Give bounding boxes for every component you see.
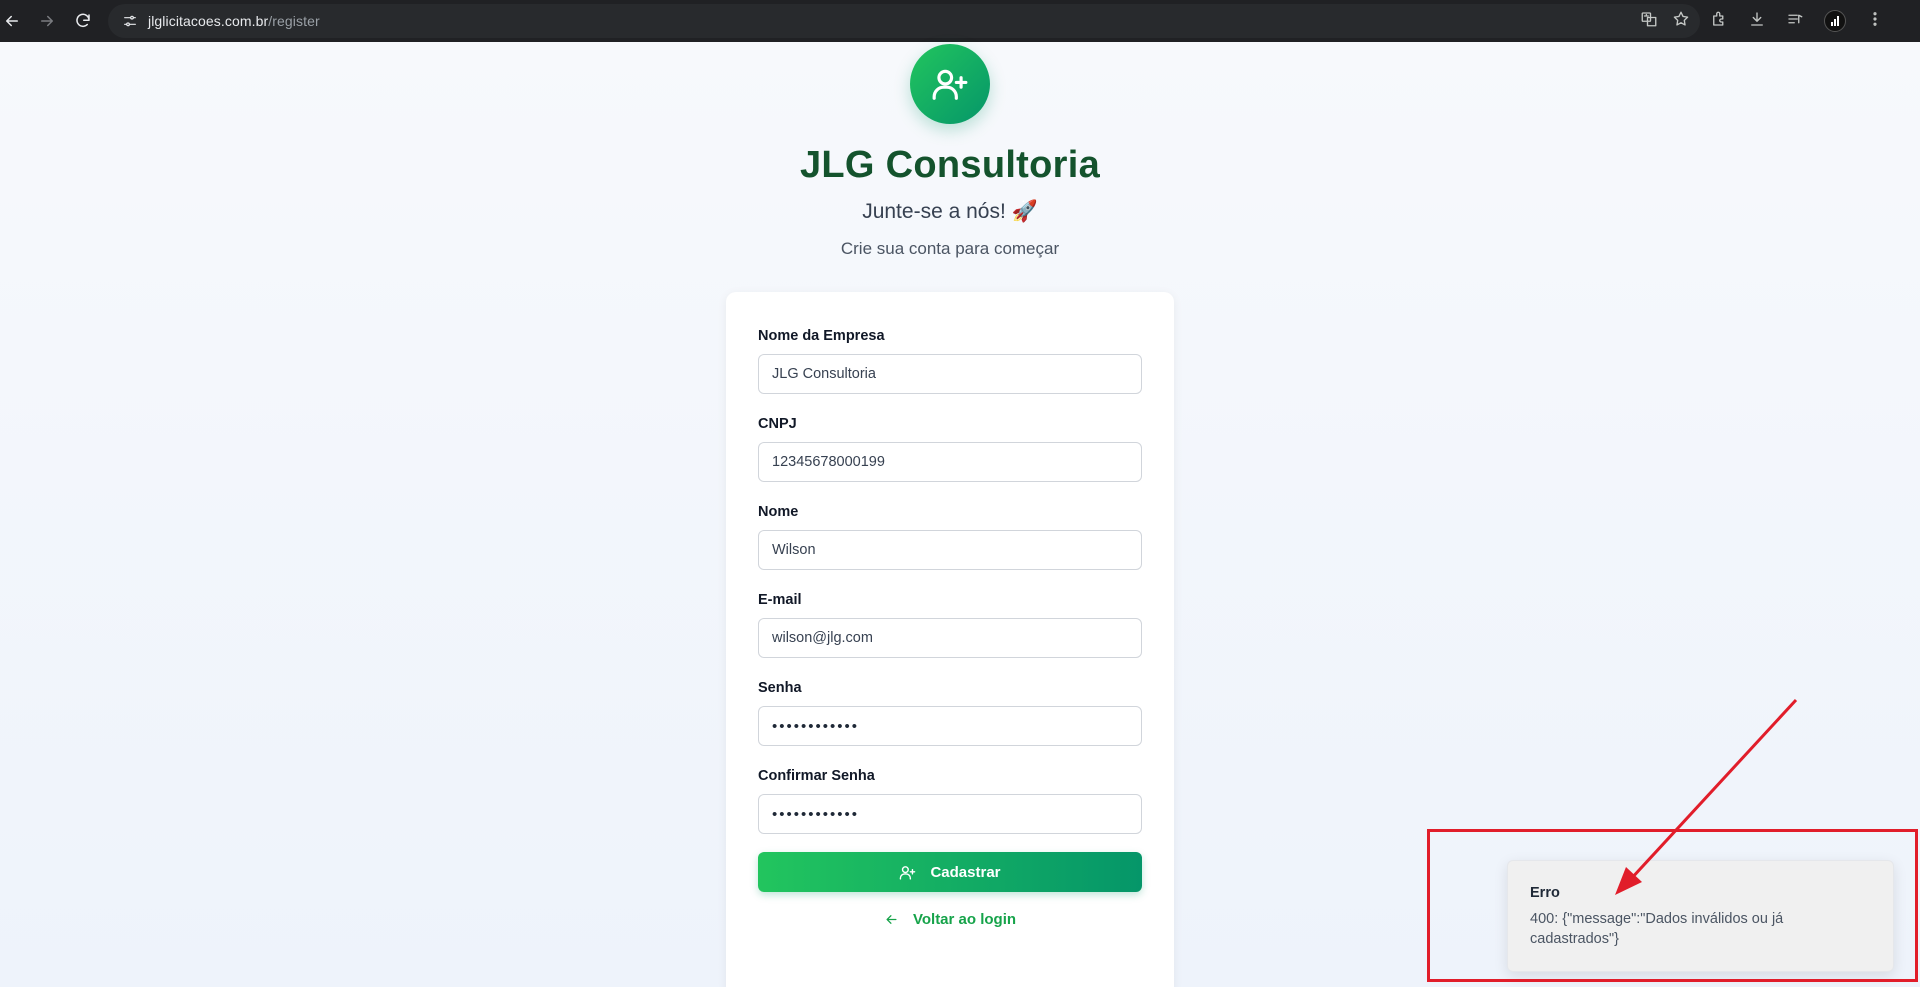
- register-button[interactable]: Cadastrar: [758, 852, 1142, 892]
- media-queue-icon[interactable]: [1786, 10, 1804, 33]
- extensions-icon[interactable]: [1710, 10, 1728, 33]
- register-form: Nome da Empresa JLG Consultoria CNPJ 123…: [726, 292, 1174, 987]
- cnpj-label: CNPJ: [758, 416, 797, 432]
- confirm-password-label: Confirmar Senha: [758, 768, 875, 784]
- back-to-login-label: Voltar ao login: [912, 910, 1017, 928]
- register-button-label: Cadastrar: [930, 863, 1001, 881]
- confirm-password-input[interactable]: ••••••••••••: [758, 794, 1142, 834]
- back-arrow-icon[interactable]: [0, 3, 30, 39]
- browser-toolbar: jlglicitacoes.com.br/register: [0, 0, 1920, 42]
- address-bar[interactable]: jlglicitacoes.com.br/register: [108, 4, 1700, 38]
- url-text[interactable]: jlglicitacoes.com.br/register: [148, 13, 320, 29]
- arrow-left-icon: [886, 914, 897, 924]
- download-icon[interactable]: [1748, 10, 1766, 33]
- email-input[interactable]: wilson@jlg.com: [758, 618, 1142, 658]
- page-caption: Crie sua conta para começar: [840, 239, 1060, 258]
- more-menu-icon[interactable]: [1866, 10, 1884, 33]
- bookmark-star-icon[interactable]: [1672, 10, 1690, 33]
- password-label: Senha: [758, 680, 802, 696]
- page-title: JLG Consultoria: [799, 144, 1101, 186]
- highlight-box: [1427, 829, 1918, 982]
- name-input[interactable]: Wilson: [758, 530, 1142, 570]
- forward-arrow-icon[interactable]: [29, 3, 65, 39]
- profile-avatar[interactable]: [1824, 10, 1846, 32]
- email-label: E-mail: [758, 592, 802, 608]
- user-plus-logo-icon: [910, 44, 990, 124]
- page-subtitle: Junte-se a nós! 🚀: [862, 200, 1038, 223]
- user-plus-icon: [900, 865, 916, 880]
- name-label: Nome: [758, 504, 799, 520]
- company-name-label: Nome da Empresa: [758, 328, 885, 344]
- cnpj-input[interactable]: 12345678000199: [758, 442, 1142, 482]
- back-to-login-link[interactable]: Voltar ao login: [726, 904, 1174, 934]
- password-input[interactable]: ••••••••••••: [758, 706, 1142, 746]
- reload-icon[interactable]: [65, 3, 101, 39]
- site-settings-icon[interactable]: [112, 4, 148, 38]
- company-name-input[interactable]: JLG Consultoria: [758, 354, 1142, 394]
- translate-icon[interactable]: [1640, 10, 1658, 33]
